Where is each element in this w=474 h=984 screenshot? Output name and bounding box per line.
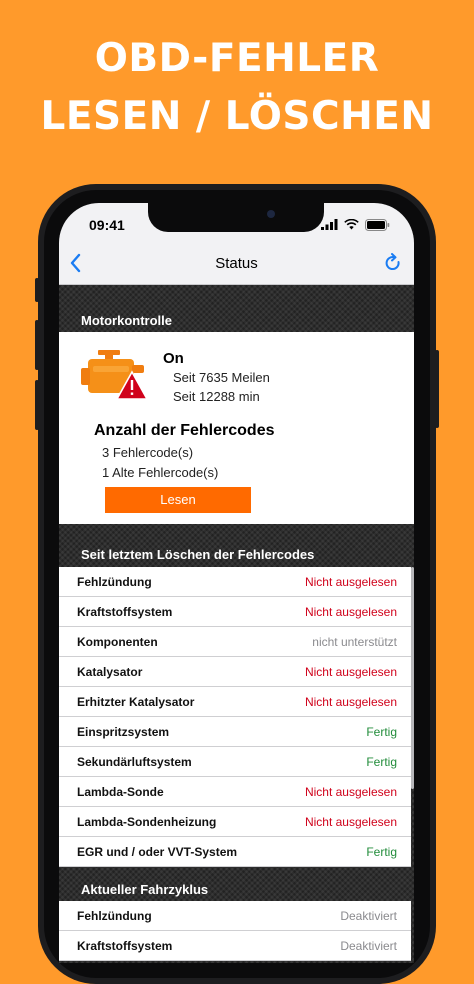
signal-icon <box>321 219 338 230</box>
system-icons <box>321 218 390 231</box>
monitor-value: Nicht ausgelesen <box>304 785 397 799</box>
monitor-label: Fehlzündung <box>77 909 152 923</box>
monitor-value: Nicht ausgelesen <box>304 815 397 829</box>
engine-warning-icon <box>81 350 149 400</box>
monitor-row: Sekundärluftsystem Fertig <box>59 747 411 777</box>
refresh-button[interactable] <box>384 253 402 278</box>
content-area: Motorkontrolle On Seit 7635 Meilen Seit … <box>59 285 414 963</box>
phone-volume-up <box>35 320 39 370</box>
motor-status-card: On Seit 7635 Meilen Seit 12288 min Anzah… <box>59 332 414 524</box>
section-title: Seit letztem Löschen der Fehlercodes <box>81 547 315 562</box>
monitor-row: Lambda-Sonde Nicht ausgelesen <box>59 777 411 807</box>
monitor-label: Einspritzsystem <box>77 725 170 739</box>
device-notch <box>148 203 324 232</box>
page-title: Status <box>215 255 258 272</box>
monitor-label: EGR und / oder VVT-System <box>77 845 238 859</box>
section-title: Motorkontrolle <box>81 313 172 328</box>
monitor-label: Erhitzter Katalysator <box>77 695 195 709</box>
front-camera <box>267 210 275 218</box>
monitor-value: Deaktiviert <box>340 909 397 923</box>
section-header-since-clear: Seit letztem Löschen der Fehlercodes <box>59 524 414 566</box>
monitor-value: nicht unterstützt <box>312 635 397 649</box>
monitor-row: Lambda-Sondenheizung Nicht ausgelesen <box>59 807 411 837</box>
monitor-row: Katalysator Nicht ausgelesen <box>59 657 411 687</box>
monitor-row: Kraftstoffsystem Nicht ausgelesen <box>59 597 411 627</box>
monitor-label: Sekundärluftsystem <box>77 755 192 769</box>
section-title: Aktueller Fahrzyklus <box>81 882 209 897</box>
section-header-motor: Motorkontrolle <box>59 285 414 332</box>
monitor-value: Nicht ausgelesen <box>304 665 397 679</box>
monitor-row: Kraftstoffsystem Deaktiviert <box>59 931 411 961</box>
engine-status: On <box>163 350 184 367</box>
read-button[interactable]: Lesen <box>105 487 251 513</box>
monitor-value: Nicht ausgelesen <box>304 695 397 709</box>
monitor-row: Einspritzsystem Fertig <box>59 717 411 747</box>
since-clear-list: Fehlzündung Nicht ausgelesen Kraftstoffsy… <box>59 567 411 867</box>
monitor-label: Fehlzündung <box>77 575 152 589</box>
battery-icon <box>365 218 390 231</box>
since-miles: Seit 7635 Meilen <box>173 370 270 385</box>
current-cycle-list: Fehlzündung Deaktiviert Kraftstoffsystem D… <box>59 901 411 961</box>
monitor-row: Fehlzündung Deaktiviert <box>59 901 411 931</box>
monitor-label: Lambda-Sondenheizung <box>77 815 217 829</box>
phone-volume-down <box>35 380 39 430</box>
since-minutes: Seit 12288 min <box>173 389 260 404</box>
monitor-value: Deaktiviert <box>340 939 397 953</box>
current-fault-codes: 3 Fehlercode(s) <box>102 445 194 460</box>
phone-power-button <box>435 350 439 428</box>
monitor-value: Fertig <box>366 725 397 739</box>
headline-line-1: OBD-FEHLER <box>94 36 380 81</box>
fault-code-count-title: Anzahl der Fehlercodes <box>94 422 275 439</box>
monitor-value: Fertig <box>366 845 397 859</box>
monitor-label: Katalysator <box>77 665 143 679</box>
phone-screen: 09:41 Status Motorkontrolle On Seit 7635… <box>59 203 414 963</box>
phone-mute-switch <box>35 278 39 302</box>
old-fault-codes: 1 Alte Fehlercode(s) <box>102 465 219 480</box>
navigation-bar: Status <box>59 241 414 285</box>
scrollbar[interactable] <box>411 567 414 789</box>
wifi-icon <box>344 219 359 230</box>
monitor-value: Nicht ausgelesen <box>304 605 397 619</box>
headline-line-2: LESEN / LÖSCHEN <box>40 94 434 139</box>
monitor-row: Fehlzündung Nicht ausgelesen <box>59 567 411 597</box>
monitor-value: Nicht ausgelesen <box>304 575 397 589</box>
monitor-label: Kraftstoffsystem <box>77 939 173 953</box>
monitor-row: Erhitzter Katalysator Nicht ausgelesen <box>59 687 411 717</box>
refresh-icon <box>385 253 400 270</box>
monitor-row: Komponenten nicht unterstützt <box>59 627 411 657</box>
section-header-current-cycle: Aktueller Fahrzyklus <box>59 859 414 901</box>
monitor-value: Fertig <box>366 755 397 769</box>
status-time: 09:41 <box>89 217 125 233</box>
monitor-label: Komponenten <box>77 635 158 649</box>
monitor-label: Lambda-Sonde <box>77 785 164 799</box>
monitor-label: Kraftstoffsystem <box>77 605 173 619</box>
